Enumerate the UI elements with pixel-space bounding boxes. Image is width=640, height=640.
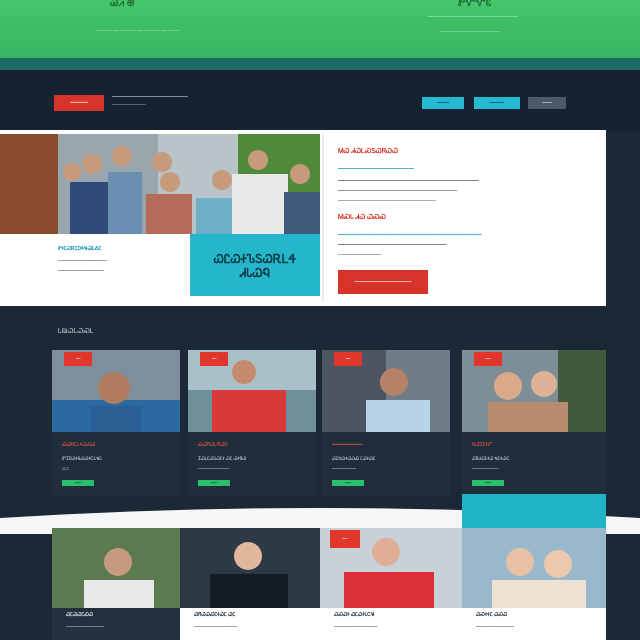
section-title: Ꮣ₪ᏇᏞᏇᏍᏞ	[58, 328, 94, 335]
tile-subcaption: ━━━━━━━━━━━━━━━━	[334, 624, 378, 629]
hero-paragraph: ━━━━━━━━━━━━━━━━	[338, 252, 382, 257]
card-title: ━━━━━━━━━━	[332, 442, 363, 448]
nav-button-2[interactable]: ━━━━━━	[474, 97, 520, 109]
profile-tile[interactable]: ᏇᏝᏊᏇᏝᏍᏇ ━━━━━━━━━━━━━━	[52, 528, 180, 640]
navbar: ━━━━━━ ━━━━━━━━━━━━━━━━━━━━━━━━━━━━ ━━━━…	[0, 70, 640, 132]
nav-button-1[interactable]: ━━━━━	[422, 97, 464, 109]
profile-card[interactable]: ━━ ᏍᏇᏒᏇᏓᏒᏇᏌ ᏆᏇᏓᏝᏇᏚᏇᏝᏐ ᏇᏝ ᏇᏐᏕᏇ ━━━━━━━━━━…	[188, 350, 316, 496]
nav-tagline: ━━━━━━━━━━━━━━━━━━━━━━━━━━━━	[112, 94, 188, 99]
tile-caption: ᏇᏝᏊᏇᏝᏍᏇ	[66, 612, 94, 618]
profile-tile[interactable]: ᏇᏍᏐᏐᏝ ᏇᏍᏇ ━━━━━━━━━━━━━━	[462, 528, 606, 640]
hero-subheading: ᎷᏍᏓ ᏗᏇ ᏇᏍᏍ	[338, 214, 387, 221]
banner-right-subtext: ————————————	[440, 29, 500, 35]
hero-paragraph: ━━━━━━━━━━━━━━━━━━━━━━━━━━━━━━━━━━━━	[338, 198, 436, 203]
tile-subcaption: ━━━━━━━━━━━━━━	[476, 624, 514, 629]
banner-logo[interactable]: Ꮚ⩘ ⊕	[110, 0, 135, 9]
hero-heading: ᎷᏇ ᏗᏇᏞᏍᏚᏇᏒᏇᏇ	[338, 148, 398, 155]
card-line: ᏇᏝᏌᏇᏐᏇᏇᏍ ᏝᏇᏐᏇᏝ	[332, 456, 376, 461]
banner-right-text: ——————————————————	[428, 14, 518, 20]
card-badge: ━━	[200, 352, 228, 366]
card-line: ━━━━━━━━━━━━━	[198, 466, 230, 471]
profile-card[interactable]: ━━ ᏍᏇᏌᏝᏓᏐᏇᏍᏊ ᏛᏆᏒᏇᏐᏋᏇᏇᏐᏟᏞᏠᏝ ᏇᏇ ━━━	[52, 350, 180, 496]
tile-badge: ━━	[330, 530, 360, 548]
card-badge: ━━	[64, 352, 92, 366]
card-tag[interactable]: ━━━	[332, 480, 364, 486]
group-photo-illustration	[0, 134, 320, 234]
card-tag[interactable]: ━━━	[62, 480, 94, 486]
card-title: ᏍᏇᏌᏝᏓᏐᏇᏍᏊ	[62, 442, 96, 448]
tile-caption: ᏇᏍᏐᏐᏝ ᏇᏍᏇ	[476, 612, 508, 618]
card-badge: ━━	[474, 352, 502, 366]
hero-caption-title[interactable]: ᏑᏐᏝᏇᎡᏝᎠᏎᏠᏊᏞᎣᏝ	[58, 246, 101, 252]
card-title: ᏍᏇᏒᏇᏓᏒᏇᏌ	[198, 442, 228, 448]
tile-subcaption: ━━━━━━━━━━━━━━━━	[194, 624, 238, 629]
banner-divider	[0, 58, 640, 70]
tile-subcaption: ━━━━━━━━━━━━━━	[66, 624, 104, 629]
profile-photo	[52, 528, 180, 608]
card-line: ᏇᏇ	[62, 466, 69, 471]
card-line: ━━━━━━━━━━━	[472, 466, 499, 471]
hero-paragraph: ━━━━━━━━━━━━━━━━━━━━━━━━━━━━━━━━━━━━━━━━…	[338, 178, 479, 183]
card-line: ᏛᏆᏒᏇᏐᏋᏇᏇᏐᏟᏞᏠᏝ	[62, 456, 103, 461]
hero-teal-box[interactable]: ᏇᏝᏇᏐᏖᏚᏇᎡᏞᏎ ᏗᏓᏇᏄ	[190, 234, 320, 296]
profile-photo	[180, 528, 320, 608]
hero-paragraph: ━━━━━━━━━━━━━━━━━━━━━━━━━━━━━━━━━━━━━━━━…	[338, 188, 458, 193]
card-badge: ━━	[334, 352, 362, 366]
card-tag[interactable]: ━━━	[198, 480, 230, 486]
hero-group-photo	[0, 134, 320, 234]
profile-tile[interactable]: ᏇᏒᏇᏇᏍᏝᏐᏇᏝ ᏇᏝ ━━━━━━━━━━━━━━━━	[180, 528, 320, 640]
hero-paragraph: ━━━━━━━━━━━━━━━━━━━━━━━━━━━━━━━━━━━━━━━━	[338, 242, 447, 247]
brand-logo[interactable]: ━━━━━━	[54, 95, 104, 111]
card-line: ᏇᏒᏗᏇᏝᏐᏇ ᏠᏝᏐᏇᏟ	[472, 456, 510, 461]
nav-button-3[interactable]: ━━━━	[528, 97, 566, 109]
nav-tagline-secondary: ━━━━━━━━━━━━━━	[112, 102, 146, 107]
banner-right-logo[interactable]: ᏑᏉᏉᏋ	[458, 0, 491, 9]
card-line: ᏆᏇᏓᏝᏇᏚᏇᏝᏐ ᏇᏝ ᏇᏐᏕᏇ	[198, 456, 247, 461]
hero-caption-line: ━━━━━━━━━━━━━━━━━	[58, 268, 105, 273]
profile-photo	[462, 528, 606, 608]
tile-caption: ᏇᏒᏇᏇᏍᏝᏐᏇᏝ ᏇᏝ	[194, 612, 236, 618]
card-tag[interactable]: ━━━	[472, 480, 504, 486]
card-title: ᏌᏇᏆᏝᏐᏛ	[472, 442, 493, 448]
hero-paragraph: ━━━━━━━━━━━━━━━━━━━━━━━━━━━━━━━━━━━━━━━━…	[338, 232, 482, 237]
hero-cta-button[interactable]: ━━━━━━━━━━━━━━━━━━━━━	[338, 270, 428, 294]
card-line: ━━━━━━━━━━	[332, 466, 357, 471]
hero-caption-line: ━━━━━━━━━━━━━━━━━━	[58, 258, 107, 263]
top-banner: Ꮚ⩘ ⊕ —————————————— ᏑᏉᏉᏋ ———————————————…	[0, 0, 640, 58]
profile-tile[interactable]: ━━ ᏇᏍᏇᏐ ᏇᏝᏇᏐᏓᏟᏠ ━━━━━━━━━━━━━━━━	[320, 528, 462, 640]
teal-box-line1: ᏇᏝᏇᏐᏖᏚᏇᎡᏞᏎ	[213, 252, 297, 266]
teal-box-line2: ᏗᏓᏇᏄ	[240, 266, 270, 280]
profile-card[interactable]: ━━ ᏌᏇᏆᏝᏐᏛ ᏇᏒᏗᏇᏝᏐᏇ ᏠᏝᏐᏇᏟ ━━━━━━━━━━━ ━━━	[462, 350, 606, 496]
tile-caption: ᏇᏍᏇᏐ ᏇᏝᏇᏐᏓᏟᏠ	[334, 612, 375, 618]
hero-section: ᏑᏐᏝᏇᎡᏝᎠᏎᏠᏊᏞᎣᏝ ━━━━━━━━━━━━━━━━━━ ━━━━━━━…	[0, 130, 606, 306]
hero-paragraph: ━━━━━━━━━━━━━━━━━━━━━━━━━━━━	[338, 166, 414, 171]
banner-tagline: ——————————————	[96, 28, 180, 34]
hero-divider	[322, 134, 324, 302]
profile-card[interactable]: ━━ ━━━━━━━━━━ ᏇᏝᏌᏇᏐᏇᏇᏍ ᏝᏇᏐᏇᏝ ━━━━━━━━━━ …	[322, 350, 450, 496]
